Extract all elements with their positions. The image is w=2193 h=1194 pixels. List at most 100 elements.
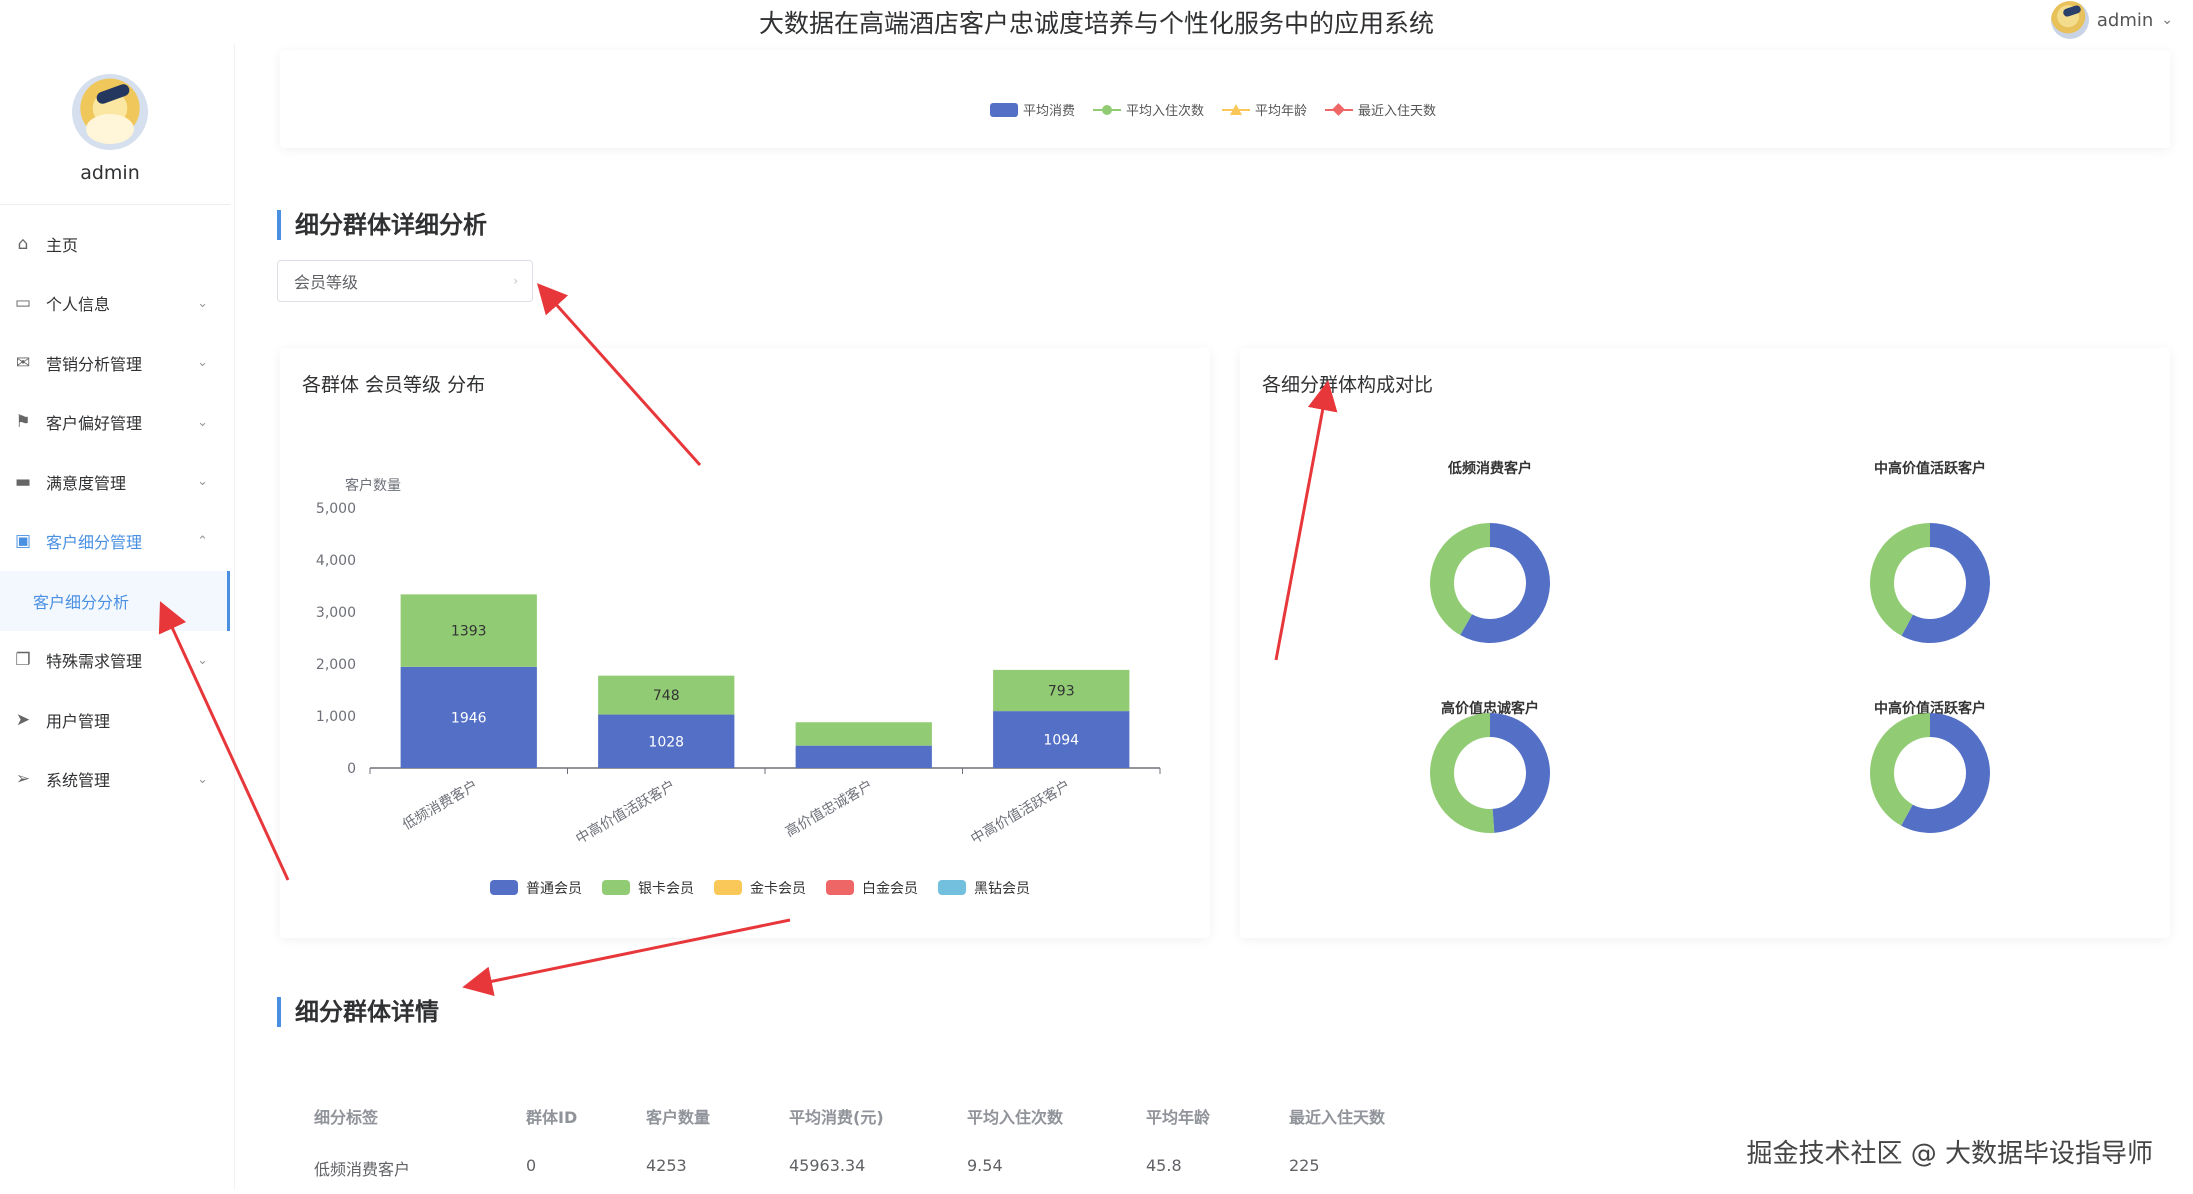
x-tick-label: 中高价值活跃客户: [573, 777, 678, 848]
legend-item[interactable]: 平均消费: [990, 100, 1075, 119]
chevron-down-icon: ⌄: [197, 295, 208, 311]
sidebar-item-home[interactable]: ⌂ 主页: [0, 214, 230, 274]
bar-segment: [795, 745, 932, 768]
wallet-icon: ▬: [14, 471, 32, 492]
chevron-down-icon: ⌄: [197, 771, 208, 787]
legend-label: 最近入住天数: [1358, 104, 1437, 119]
user-menu[interactable]: admin ⌄: [2050, 0, 2173, 40]
chevron-down-icon: ⌄: [197, 652, 208, 668]
legend-swatch: [1325, 102, 1354, 117]
table-cell: 4253: [646, 1156, 687, 1175]
sidebar-item-marketing[interactable]: ✉ 营销分析管理 ⌄: [0, 333, 230, 393]
sidebar-item-system[interactable]: ➢ 系统管理 ⌄: [0, 750, 230, 810]
copy-icon: ❐: [15, 650, 31, 671]
sidebar-profile: admin: [0, 74, 220, 184]
y-tick-label: 3,000: [316, 605, 356, 621]
legend-label: 金卡会员: [750, 881, 806, 897]
donut-charts: 低频消费客户 中高价值活跃客户高价值忠诚客户 中高价值活跃客户: [1430, 460, 1990, 833]
sidebar-divider: [0, 204, 230, 205]
bar-data-label: 793: [1048, 683, 1075, 699]
avatar[interactable]: [2050, 1, 2089, 39]
legend-label: 黑钻会员: [974, 881, 1030, 897]
table-cell: 低频消费客户: [314, 1160, 411, 1179]
legend-item[interactable]: 平均入住次数: [1093, 100, 1204, 119]
sidebar-item-label: 用户管理: [46, 711, 111, 731]
legend-item: 普通会员: [490, 880, 582, 897]
watermark-text: 掘金技术社区 @ 大数据毕设指导师: [1746, 1139, 2153, 1169]
legend-label: 平均入住次数: [1126, 104, 1205, 119]
select-value: 会员等级: [294, 273, 359, 292]
table-header-cell[interactable]: 最近入住天数: [1289, 1104, 1385, 1128]
home-icon: ⌂: [17, 233, 29, 254]
table-header-cell[interactable]: 平均消费(元): [789, 1104, 884, 1128]
stacked-bar-chart: 客户数量 0 1,000 2,000 3,000 4,000 5,000 1946 1393 低频…: [316, 477, 1161, 897]
table-cell: 0: [526, 1156, 537, 1175]
table-row[interactable]: 低频消费客户 0 4253 45963.34 9.54 45.8 225: [314, 1142, 1514, 1194]
y-tick-label: 5,000: [316, 501, 356, 517]
bar-data-label: 1393: [451, 624, 487, 640]
donut-slice: [1490, 713, 1551, 833]
sidebar-item-label: 特殊需求管理: [46, 652, 143, 672]
y-tick-label: 0: [347, 761, 356, 777]
id-card-icon: ▭: [14, 293, 32, 314]
sidebar-subitem-segmentation-analysis[interactable]: 客户细分分析: [0, 571, 230, 631]
sidebar-item-users[interactable]: ➤ 用户管理: [0, 690, 230, 750]
y-tick-label: 4,000: [316, 553, 356, 569]
sidebar-item-segmentation[interactable]: ▣ 客户细分管理 ⌃: [0, 512, 230, 572]
top-header: 大数据在高端酒店客户忠诚度培养与个性化服务中的应用系统 admin ⌄: [0, 0, 2193, 44]
app-title: 大数据在高端酒店客户忠诚度培养与个性化服务中的应用系统: [758, 9, 1434, 38]
sidebar: admin ⌂ 主页 ▭ 个人信息 ⌄ ✉ 营销分析管理 ⌄ ⚑ 客户偏好管理 …: [0, 44, 235, 1190]
user-name[interactable]: admin: [2097, 10, 2153, 31]
sidebar-item-label: 主页: [46, 235, 79, 255]
legend-label: 白金会员: [862, 881, 918, 897]
table-header-cell[interactable]: 平均年龄: [1146, 1104, 1210, 1128]
navigation-icon: ➢: [15, 769, 31, 790]
sidebar-item-preferences[interactable]: ⚑ 客户偏好管理 ⌄: [0, 393, 230, 453]
legend-item: 白金会员: [826, 880, 918, 897]
legend-swatch: [990, 102, 1018, 117]
sidebar-item-label: 客户偏好管理: [46, 414, 143, 434]
table-header-cell[interactable]: 细分标签: [314, 1104, 378, 1128]
chevron-down-icon: ⌄: [197, 474, 208, 490]
legend-label: 银卡会员: [638, 881, 694, 897]
legend-label: 平均消费: [1023, 104, 1076, 119]
table-header-cell[interactable]: 群体ID: [526, 1104, 577, 1128]
sidebar-menu: ⌂ 主页 ▭ 个人信息 ⌄ ✉ 营销分析管理 ⌄ ⚑ 客户偏好管理 ⌄ ▬ 满意…: [0, 214, 230, 809]
y-tick-label: 2,000: [316, 657, 356, 673]
bar-chart-card: 各群体 会员等级 分布 客户数量 0 1,000 2,000 3,000 4,000 5,0…: [280, 348, 1210, 938]
legend-item[interactable]: 最近入住天数: [1325, 100, 1436, 119]
y-tick-label: 1,000: [316, 709, 356, 725]
table-cell: 9.54: [967, 1156, 1003, 1175]
send-icon: ➤: [15, 709, 31, 730]
bar-data-label: 1946: [451, 710, 487, 726]
clipboard-icon: ▣: [14, 531, 32, 552]
sidebar-item-profile[interactable]: ▭ 个人信息 ⌄: [0, 274, 230, 334]
legend-swatch: [826, 880, 854, 895]
profile-avatar[interactable]: [72, 74, 148, 150]
legend-swatch: [938, 880, 966, 895]
legend-swatch: [1222, 103, 1251, 117]
chevron-right-icon: ›: [513, 274, 518, 288]
table-header-cell[interactable]: 平均入住次数: [967, 1104, 1063, 1128]
y-axis-label: 客户数量: [345, 477, 401, 494]
donut-title: 低频消费客户: [1447, 460, 1532, 477]
overview-chart-card: 平均消费 平均入住次数 平均年龄 最近入住天数: [280, 50, 2170, 148]
sidebar-item-special-needs[interactable]: ❐ 特殊需求管理 ⌄: [0, 631, 230, 691]
bar-data-label: 1028: [648, 734, 684, 750]
donut-slice: [1430, 713, 1495, 833]
bar-data-label: 748: [653, 688, 680, 704]
table-cell: 45963.34: [789, 1156, 866, 1175]
legend-item: 金卡会员: [714, 880, 806, 897]
table-cell: 45.8: [1146, 1156, 1182, 1175]
sidebar-item-satisfaction[interactable]: ▬ 满意度管理 ⌄: [0, 452, 230, 512]
legend-swatch: [714, 880, 742, 895]
sidebar-item-label: 个人信息: [46, 295, 111, 315]
donut-title: 中高价值活跃客户: [1874, 460, 1986, 477]
x-tick-label: 低频消费客户: [400, 777, 481, 834]
legend-swatch: [1093, 103, 1122, 117]
dimension-select[interactable]: 会员等级 ›: [277, 260, 533, 302]
chevron-down-icon[interactable]: ⌄: [2161, 12, 2173, 28]
legend-item[interactable]: 平均年龄: [1222, 100, 1307, 119]
sidebar-item-label: 满意度管理: [46, 473, 127, 493]
table-header-cell[interactable]: 客户数量: [646, 1104, 710, 1128]
